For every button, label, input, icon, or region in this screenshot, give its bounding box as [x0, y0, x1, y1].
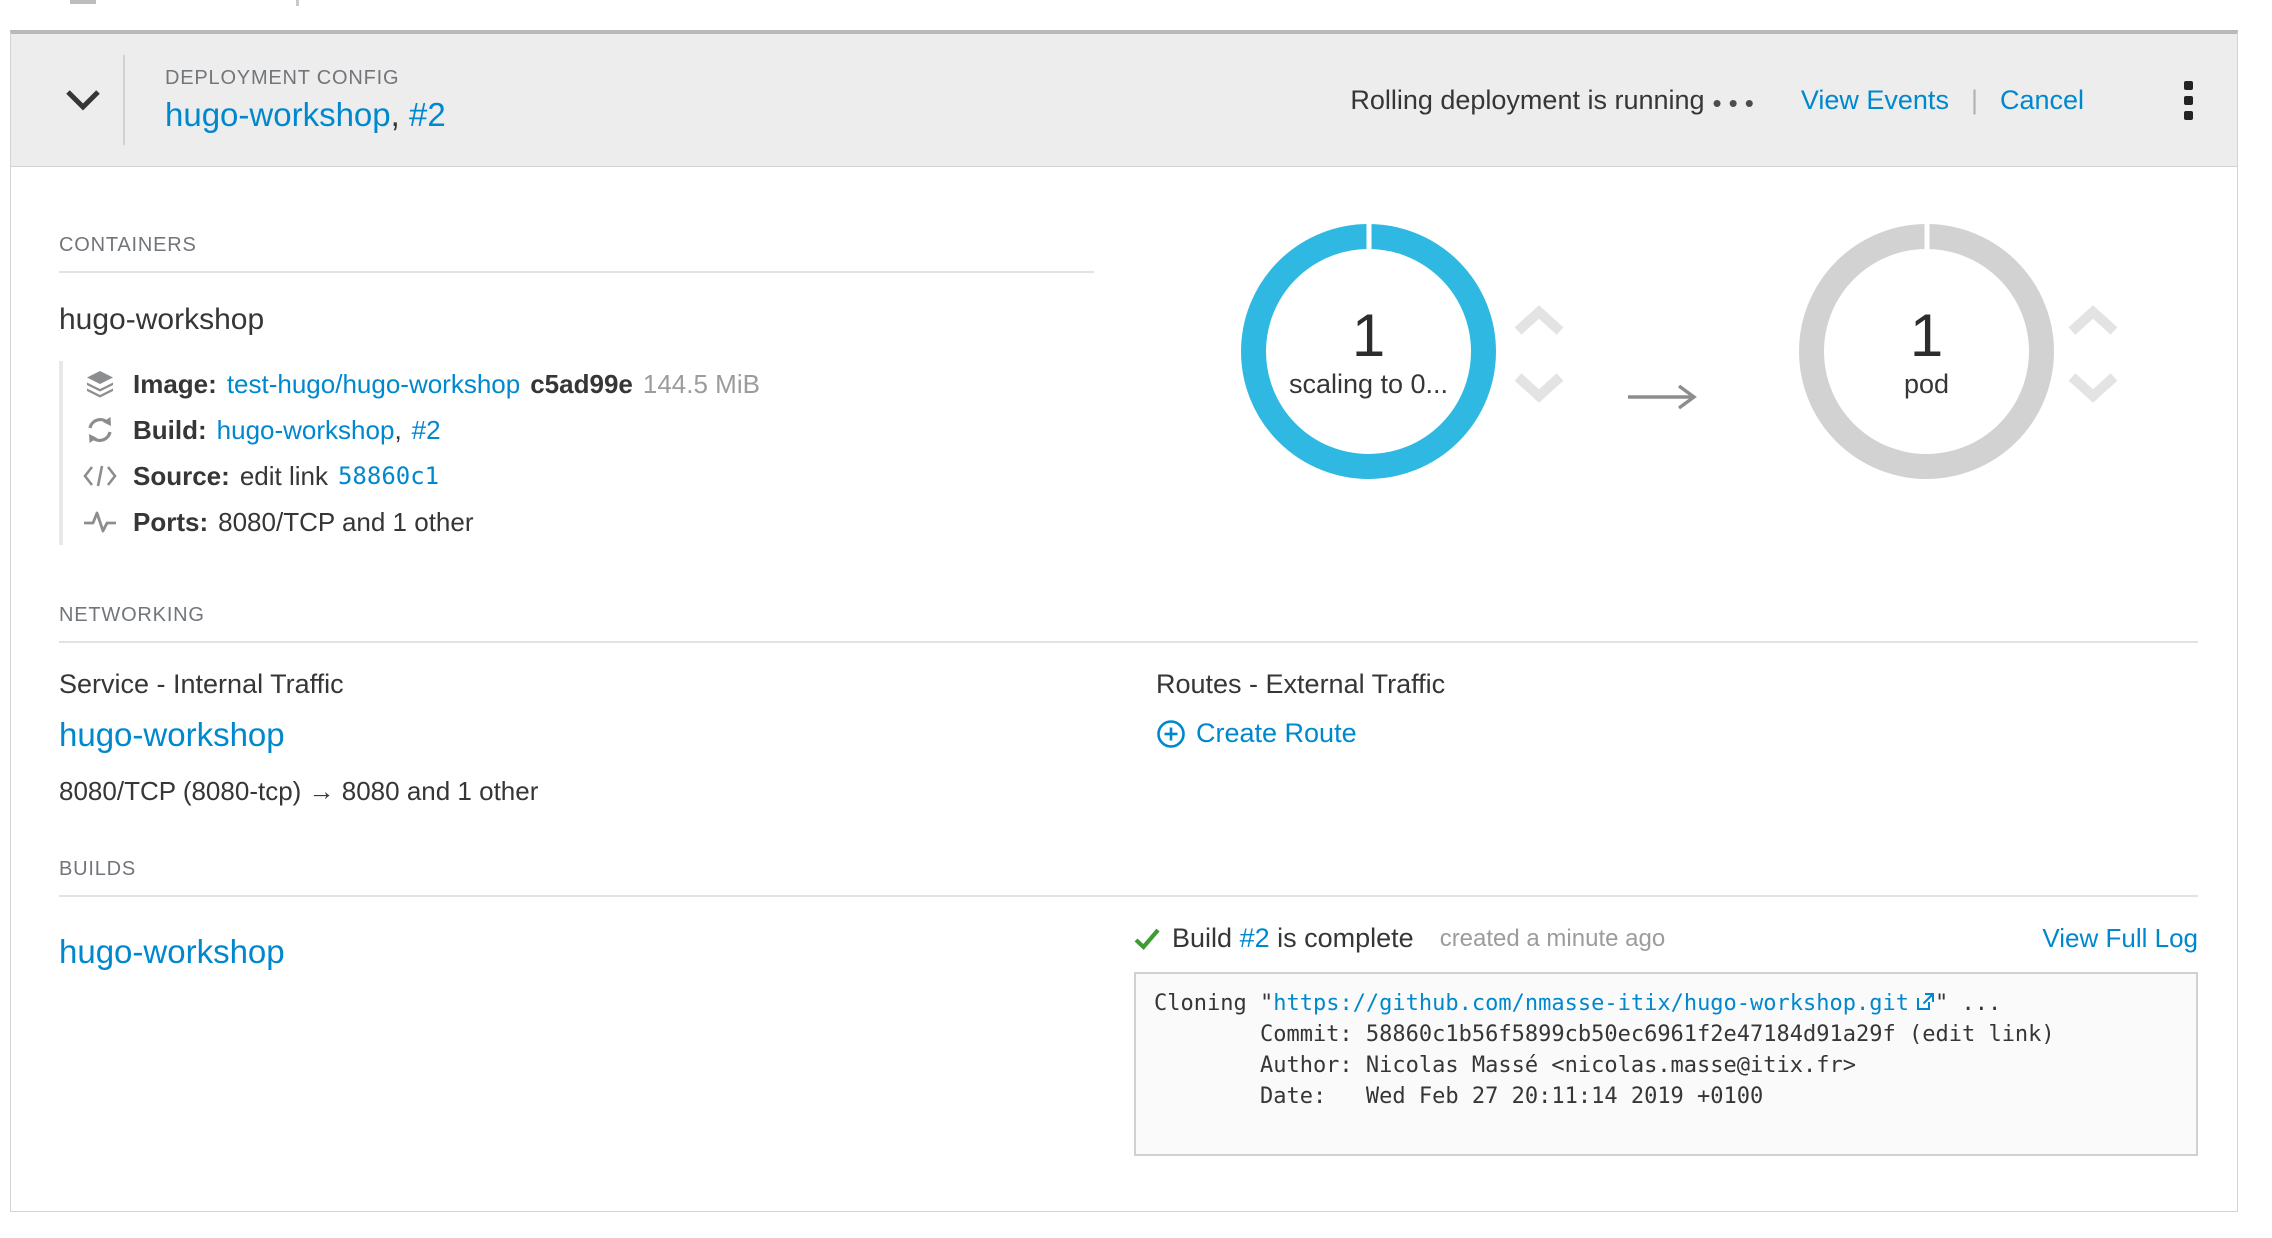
- title-block: DEPLOYMENT CONFIG hugo-workshop, #2: [165, 67, 446, 134]
- view-events-link[interactable]: View Events: [1801, 85, 1949, 116]
- cancel-link[interactable]: Cancel: [2000, 85, 2084, 116]
- create-route-label: Create Route: [1196, 718, 1357, 749]
- containers-section-label: CONTAINERS: [59, 234, 1094, 257]
- deployment-config-link[interactable]: hugo-workshop: [165, 96, 391, 133]
- containers-rule: [59, 271, 1094, 273]
- pulse-icon: [81, 510, 119, 534]
- build-link[interactable]: hugo-workshop: [217, 415, 395, 446]
- service-heading: Service - Internal Traffic: [59, 669, 1156, 700]
- header-divider: [123, 55, 125, 145]
- build-panel: Build #2 is complete created a minute ag…: [1134, 923, 2198, 1156]
- check-icon: [1134, 927, 1160, 951]
- title-separator: ,: [391, 96, 409, 133]
- ports-text: 8080/TCP and 1 other: [218, 507, 473, 538]
- source-row: Source: edit link 58860c1: [81, 453, 1094, 499]
- chevron-down-icon: [1513, 371, 1565, 403]
- old-scale-controls: [1511, 302, 1567, 408]
- log-line-4: Date: Wed Feb 27 20:11:14 2019 +0100: [1154, 1081, 2178, 1112]
- container-name: hugo-workshop: [59, 303, 1094, 337]
- routes-heading: Routes - External Traffic: [1156, 669, 1445, 700]
- build-status-text: Build #2 is complete: [1172, 923, 1414, 954]
- service-ports-text: 8080/TCP (8080-tcp) → 8080 and 1 other: [59, 776, 1156, 807]
- containers-section: CONTAINERS hugo-workshop Image: test-hug…: [59, 234, 1094, 545]
- networking-section-label: NETWORKING: [59, 604, 2198, 627]
- builds-section-label: BUILDS: [59, 858, 2198, 881]
- old-replica-label: scaling to 0...: [1289, 369, 1448, 400]
- rollout-arrow-icon: [1626, 382, 1706, 412]
- builds-rule: [59, 895, 2198, 897]
- image-link[interactable]: test-hugo/hugo-workshop: [227, 369, 520, 400]
- code-icon: [81, 463, 119, 489]
- service-link[interactable]: hugo-workshop: [59, 716, 285, 754]
- view-full-log-link[interactable]: View Full Log: [2042, 923, 2198, 954]
- kebab-icon: [2184, 81, 2193, 90]
- scale-down-button[interactable]: [2065, 368, 2121, 408]
- build-row: Build: hugo-workshop , #2: [81, 407, 1094, 453]
- page-title: hugo-workshop, #2: [165, 96, 446, 134]
- ports-row: Ports: 8080/TCP and 1 other: [81, 499, 1094, 545]
- build-status-row: Build #2 is complete created a minute ag…: [1134, 923, 2198, 954]
- networking-section: NETWORKING Service - Internal Traffic hu…: [59, 604, 2198, 807]
- log-line-1: Cloning "https://github.com/nmasse-itix/…: [1154, 988, 2178, 1019]
- clipped-content-above: [0, 0, 2272, 6]
- deployment-number-link[interactable]: #2: [409, 96, 446, 133]
- chevron-up-icon: [2067, 305, 2119, 337]
- service-column: Service - Internal Traffic hugo-workshop…: [59, 669, 1156, 807]
- card-header: DEPLOYMENT CONFIG hugo-workshop, #2 Roll…: [11, 34, 2237, 167]
- scale-up-button[interactable]: [1511, 302, 1567, 342]
- chevron-up-icon: [1513, 305, 1565, 337]
- header-actions: Rolling deployment is running ••• View E…: [1350, 73, 2201, 128]
- new-replica-count: 1: [1910, 304, 1943, 367]
- log-line-3: Author: Nicolas Massé <nicolas.masse@iti…: [1154, 1050, 2178, 1081]
- source-commit-link[interactable]: 58860c1: [338, 462, 439, 490]
- create-route-link[interactable]: Create Route: [1156, 718, 1357, 749]
- image-size: 144.5 MiB: [643, 369, 760, 400]
- networking-rule: [59, 641, 2198, 643]
- routes-column: Routes - External Traffic Create Route: [1156, 669, 1445, 807]
- deployment-config-card: DEPLOYMENT CONFIG hugo-workshop, #2 Roll…: [10, 30, 2238, 1212]
- scale-down-button[interactable]: [1511, 368, 1567, 408]
- refresh-icon: [81, 415, 119, 445]
- scale-up-button[interactable]: [2065, 302, 2121, 342]
- build-number-link[interactable]: #2: [1240, 923, 1270, 953]
- status-ellipsis: •••: [1713, 88, 1761, 119]
- build-separator: ,: [394, 415, 401, 446]
- git-repo-link[interactable]: https://github.com/nmasse-itix/hugo-work…: [1273, 991, 1909, 1016]
- ports-label: Ports:: [133, 507, 208, 538]
- actions-separator: |: [1971, 85, 1978, 116]
- donut-notch: [1366, 224, 1371, 249]
- new-replica-donut[interactable]: 1 pod: [1799, 224, 2054, 479]
- old-replica-donut: 1 scaling to 0...: [1241, 224, 1496, 479]
- build-label: Build:: [133, 415, 207, 446]
- image-hash: c5ad99e: [530, 369, 633, 400]
- image-row: Image: test-hugo/hugo-workshop c5ad99e 1…: [81, 361, 1094, 407]
- kebab-menu-button[interactable]: [2176, 73, 2201, 128]
- deployment-status-text: Rolling deployment is running: [1350, 85, 1704, 116]
- image-label: Image:: [133, 369, 217, 400]
- container-details: Image: test-hugo/hugo-workshop c5ad99e 1…: [59, 361, 1094, 545]
- log-line-2: Commit: 58860c1b56f5899cb50ec6961f2e4718…: [1154, 1019, 2178, 1050]
- source-label: Source:: [133, 461, 230, 492]
- resource-kind-label: DEPLOYMENT CONFIG: [165, 67, 446, 90]
- build-number-link[interactable]: #2: [412, 415, 441, 446]
- build-log-snippet: Cloning "https://github.com/nmasse-itix/…: [1134, 972, 2198, 1156]
- circle-plus-icon: [1156, 719, 1186, 749]
- layers-icon: [81, 368, 119, 400]
- collapse-toggle-button[interactable]: [59, 83, 107, 117]
- external-link-icon: [1915, 992, 1935, 1012]
- build-created-text: created a minute ago: [1440, 925, 1665, 953]
- donut-notch: [1924, 224, 1929, 249]
- builds-section: BUILDS hugo-workshop Build #2 is complet…: [59, 858, 2198, 1156]
- chevron-down-icon: [65, 89, 101, 111]
- build-config-link[interactable]: hugo-workshop: [59, 933, 285, 1156]
- old-replica-count: 1: [1352, 304, 1385, 367]
- source-text: edit link: [240, 461, 328, 492]
- chevron-down-icon: [2067, 371, 2119, 403]
- new-scale-controls: [2065, 302, 2121, 408]
- new-replica-label: pod: [1904, 369, 1949, 400]
